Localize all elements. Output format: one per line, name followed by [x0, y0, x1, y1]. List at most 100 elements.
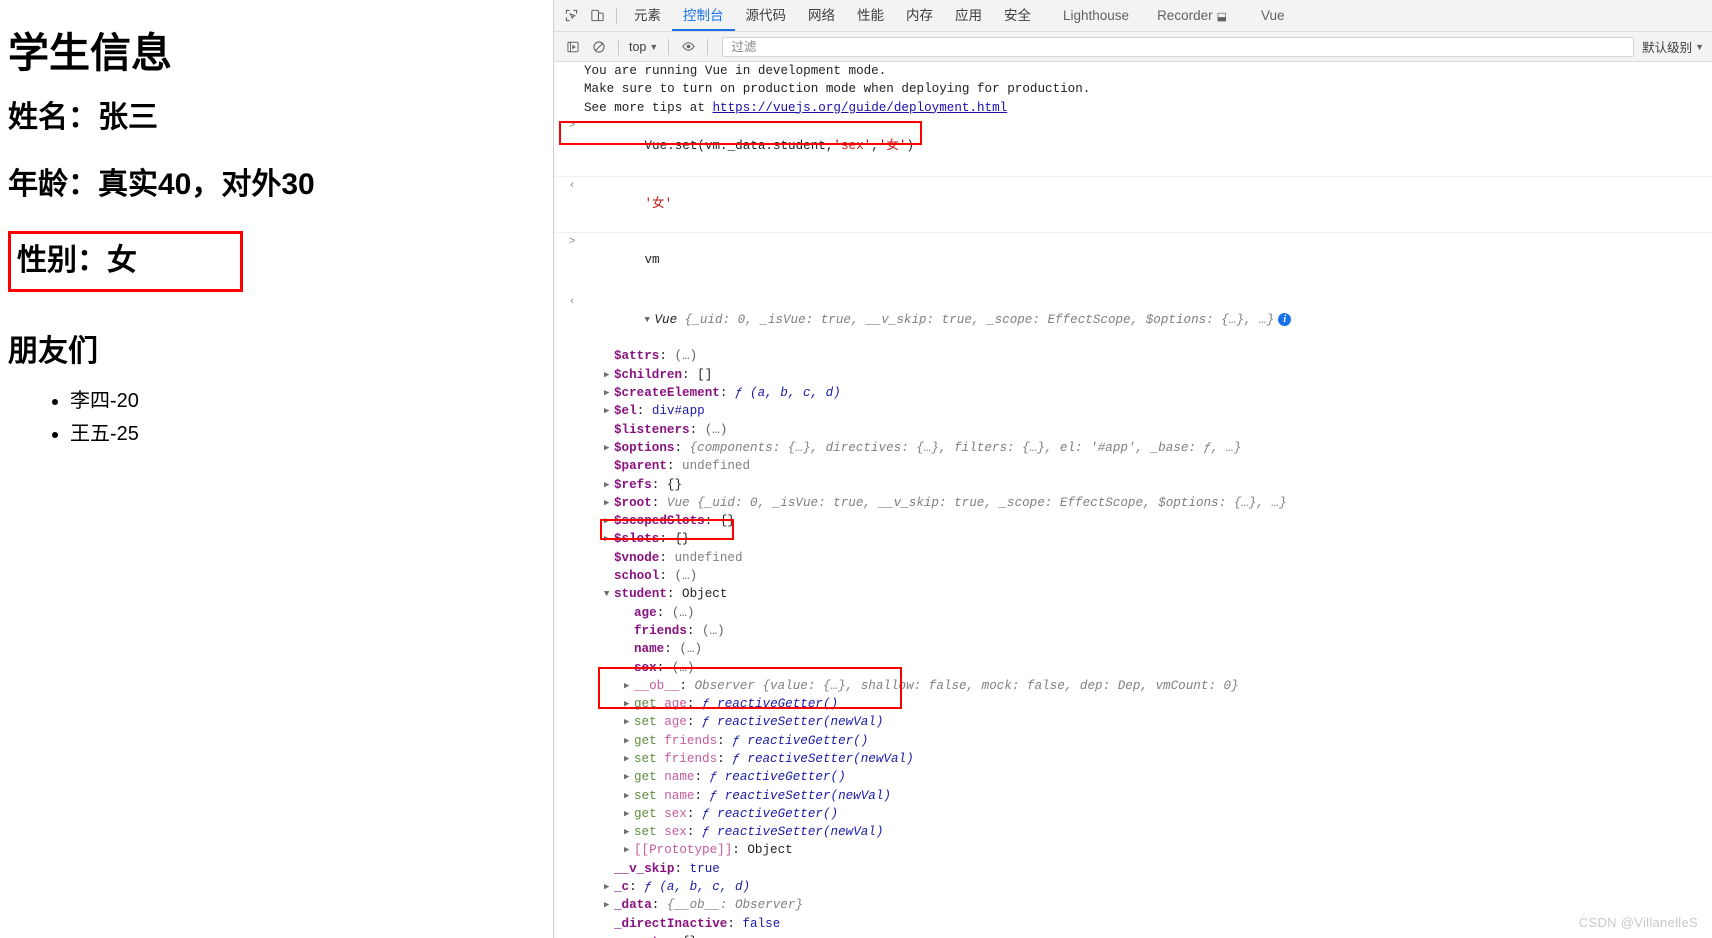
object-property-row[interactable]: friends: (…): [554, 622, 1712, 640]
console-output[interactable]: You are running Vue in development mode.…: [554, 62, 1712, 938]
chevron-right-icon[interactable]: ▶: [624, 732, 634, 750]
object-property-row[interactable]: ▶ $createElement: ƒ (a, b, c, d): [554, 384, 1712, 402]
object-property-row[interactable]: ▶ _c: ƒ (a, b, c, d): [554, 878, 1712, 896]
chevron-right-icon[interactable]: ▶: [624, 787, 634, 805]
object-property-row[interactable]: ▶ get name: ƒ reactiveGetter(): [554, 768, 1712, 786]
inspect-element-icon[interactable]: [558, 3, 584, 29]
object-property-row[interactable]: age: (…): [554, 604, 1712, 622]
property-separator: :: [664, 642, 680, 657]
console-context-selector[interactable]: top ▼: [625, 40, 662, 54]
tab-security[interactable]: 安全: [993, 0, 1042, 31]
chevron-down-icon: ▼: [1695, 41, 1704, 52]
object-property-row[interactable]: $parent: undefined: [554, 457, 1712, 475]
object-property-row[interactable]: ▶ set age: ƒ reactiveSetter(newVal): [554, 713, 1712, 731]
object-property-row[interactable]: ▶ set sex: ƒ reactiveSetter(newVal): [554, 823, 1712, 841]
tab-sources[interactable]: 源代码: [735, 0, 798, 31]
live-expression-icon[interactable]: [675, 34, 701, 60]
object-property-row[interactable]: school: (…): [554, 567, 1712, 585]
chevron-right-icon[interactable]: ▶: [604, 512, 614, 530]
result-text: '女': [644, 197, 673, 212]
chevron-right-icon[interactable]: ▶: [604, 878, 614, 896]
deployment-guide-link[interactable]: https://vuejs.org/guide/deployment.html: [712, 101, 1007, 115]
chevron-right-icon[interactable]: ▶: [624, 750, 634, 768]
object-property-row[interactable]: sex: (…): [554, 659, 1712, 677]
chevron-right-icon[interactable]: ▶: [624, 841, 634, 859]
property-separator: :: [666, 587, 683, 602]
chevron-right-icon[interactable]: ▶: [604, 384, 614, 402]
property-name: age: [664, 697, 687, 712]
search-input[interactable]: [729, 38, 1628, 55]
object-property-row[interactable]: ▶ $children: []: [554, 366, 1712, 384]
console-filter-field[interactable]: [722, 36, 1635, 57]
execute-snippet-icon[interactable]: [560, 34, 586, 60]
tab-elements[interactable]: 元素: [623, 0, 672, 31]
screenshot-root: 学生信息 姓名：张三 年龄：真实40，对外30 性别：女 朋友们 李四-20 王…: [0, 0, 1712, 938]
object-property-row[interactable]: ▶ $refs: {}: [554, 476, 1712, 494]
object-property-row[interactable]: ▶_events: {}: [554, 933, 1712, 938]
page-title: 学生信息: [8, 30, 172, 76]
chevron-right-icon[interactable]: ▶: [604, 530, 614, 548]
property-separator: :: [651, 495, 667, 510]
chevron-down-icon[interactable]: ▼: [644, 311, 654, 329]
object-property-row[interactable]: _directInactive: false: [554, 915, 1712, 933]
object-property-row[interactable]: $listeners: (…): [554, 421, 1712, 439]
property-name: $scopedSlots: [614, 514, 705, 529]
chevron-right-icon[interactable]: ▶: [604, 402, 614, 420]
tab-application[interactable]: 应用: [944, 0, 993, 31]
object-property-row[interactable]: ▶ get age: ƒ reactiveGetter(): [554, 695, 1712, 713]
object-header-row[interactable]: ‹ ▼ Vue {_uid: 0, _isVue: true, __v_skip: …: [554, 293, 1712, 348]
object-property-row[interactable]: ▶ __ob__: Observer {value: {…}, shallow: …: [554, 677, 1712, 695]
accessor-keyword: set: [634, 715, 665, 730]
object-property-row[interactable]: ▶ $el: div#app: [554, 402, 1712, 420]
property-name: $vnode: [614, 550, 660, 565]
tab-network[interactable]: 网络: [797, 0, 846, 31]
object-property-row[interactable]: $vnode: undefined: [554, 549, 1712, 567]
chevron-down-icon[interactable]: ▼: [604, 585, 614, 603]
property-name: [[Prototype]]: [634, 843, 733, 858]
property-value: {}: [719, 514, 735, 529]
chevron-right-icon[interactable]: ▶: [624, 677, 634, 695]
tab-lighthouse[interactable]: Lighthouse: [1052, 0, 1140, 31]
chevron-right-icon[interactable]: ▶: [604, 494, 614, 512]
console-level-selector[interactable]: 默认级别 ▼: [1640, 37, 1712, 56]
object-property-row[interactable]: ▶ $slots: {}: [554, 530, 1712, 548]
warning-line-3: See more tips at https://vuejs.org/guide…: [554, 99, 1712, 117]
object-property-row[interactable]: ▶ get sex: ƒ reactiveGetter(): [554, 805, 1712, 823]
object-property-row[interactable]: ▶ $root: Vue {_uid: 0, _isVue: true, __v_…: [554, 494, 1712, 512]
object-property-row[interactable]: name: (…): [554, 640, 1712, 658]
chevron-right-icon[interactable]: ▶: [624, 713, 634, 731]
console-input-vm[interactable]: > vm: [554, 233, 1712, 288]
object-property-row[interactable]: ▶ set name: ƒ reactiveSetter(newVal): [554, 787, 1712, 805]
chevron-right-icon[interactable]: ▶: [624, 768, 634, 786]
object-property-row[interactable]: ▶ set friends: ƒ reactiveSetter(newVal): [554, 750, 1712, 768]
chevron-right-icon[interactable]: ▶: [604, 366, 614, 384]
tab-recorder[interactable]: Recorder ⬓: [1146, 0, 1238, 31]
tab-vue[interactable]: Vue: [1250, 0, 1296, 31]
object-property-row[interactable]: ▶ get friends: ƒ reactiveGetter(): [554, 732, 1712, 750]
tab-performance[interactable]: 性能: [846, 0, 895, 31]
tab-console[interactable]: 控制台: [672, 0, 735, 31]
object-property-row[interactable]: __v_skip: true: [554, 860, 1712, 878]
chevron-right-icon[interactable]: ▶: [604, 476, 614, 494]
clear-console-icon[interactable]: [586, 34, 612, 60]
property-name: $attrs: [614, 349, 660, 364]
property-separator: :: [659, 349, 675, 364]
object-property-row[interactable]: ▶ _data: {__ob__: Observer}: [554, 896, 1712, 914]
chevron-right-icon[interactable]: ▶: [624, 805, 634, 823]
object-property-row[interactable]: ▶ $options: {components: {…}, directives:…: [554, 439, 1712, 457]
property-separator: :: [629, 880, 645, 895]
console-input-command[interactable]: > Vue.set(vm._data.student,'sex','女'): [554, 117, 1712, 177]
tab-memory[interactable]: 内存: [895, 0, 944, 31]
input-prompt-icon: >: [568, 119, 576, 132]
chevron-right-icon[interactable]: ▶: [624, 823, 634, 841]
chevron-right-icon[interactable]: ▶: [604, 439, 614, 457]
object-property-row[interactable]: ▶ $scopedSlots: {}: [554, 512, 1712, 530]
chevron-right-icon[interactable]: ▶: [624, 695, 634, 713]
info-icon[interactable]: i: [1278, 312, 1292, 326]
chevron-right-icon[interactable]: ▶: [604, 896, 614, 914]
object-property-row[interactable]: $attrs: (…): [554, 347, 1712, 365]
device-toolbar-icon[interactable]: [584, 3, 610, 29]
chevron-right-icon[interactable]: ▶: [604, 933, 614, 938]
object-property-row[interactable]: ▼ student: Object: [554, 585, 1712, 603]
object-property-row[interactable]: ▶ [[Prototype]]: Object: [554, 841, 1712, 859]
